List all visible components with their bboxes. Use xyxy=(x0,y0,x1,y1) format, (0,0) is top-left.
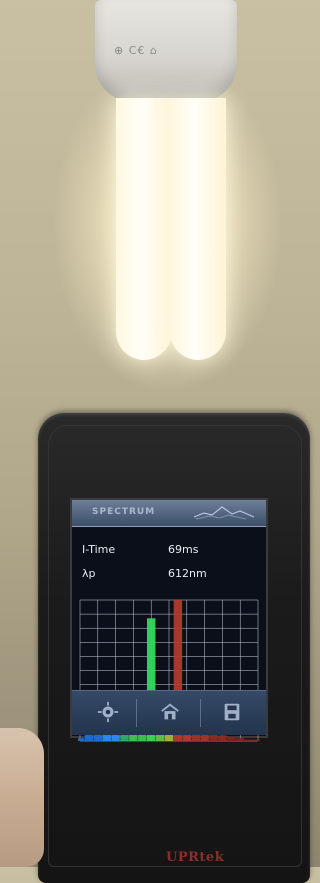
home-icon xyxy=(161,703,179,720)
param-label-itime: I-Time xyxy=(82,543,116,556)
lamp-tube-left xyxy=(116,98,172,360)
spectrum-bar xyxy=(227,736,236,741)
lamp-tube-right xyxy=(170,98,226,360)
spectrum-bar xyxy=(120,733,129,741)
toolbar-separator xyxy=(200,699,201,727)
screen-title: SPECTRUM xyxy=(92,507,156,517)
header-spectrum-art xyxy=(193,506,255,520)
spectrum-bar xyxy=(235,738,245,741)
save-button[interactable] xyxy=(210,697,254,727)
toolbar-separator xyxy=(136,699,137,727)
gear-icon xyxy=(97,701,119,723)
photo-scene: ⊕ C€ ⌂ UPRtek SPECTRUM I-Time 69ms λp 61… xyxy=(0,0,320,883)
param-label-peak: λp xyxy=(82,567,96,580)
spectrum-bar xyxy=(84,733,94,741)
settings-button[interactable] xyxy=(86,697,130,727)
device-screen: SPECTRUM I-Time 69ms λp 612nm xyxy=(70,498,268,742)
home-button[interactable] xyxy=(148,697,192,727)
spectrum-bar xyxy=(253,739,263,741)
device-brand: UPRtek xyxy=(166,850,225,865)
spectrum-bar xyxy=(75,738,85,741)
param-value-peak: 612nm xyxy=(168,567,207,580)
spectrum-bar xyxy=(244,739,254,741)
lamp-base-mark: ⊕ C€ ⌂ xyxy=(114,44,158,57)
hand xyxy=(0,728,44,867)
screen-toolbar xyxy=(72,690,266,735)
spectrum-bar xyxy=(218,735,227,741)
param-value-itime: 69ms xyxy=(168,543,199,556)
screen-header: SPECTRUM xyxy=(72,500,266,527)
save-icon xyxy=(224,703,240,721)
